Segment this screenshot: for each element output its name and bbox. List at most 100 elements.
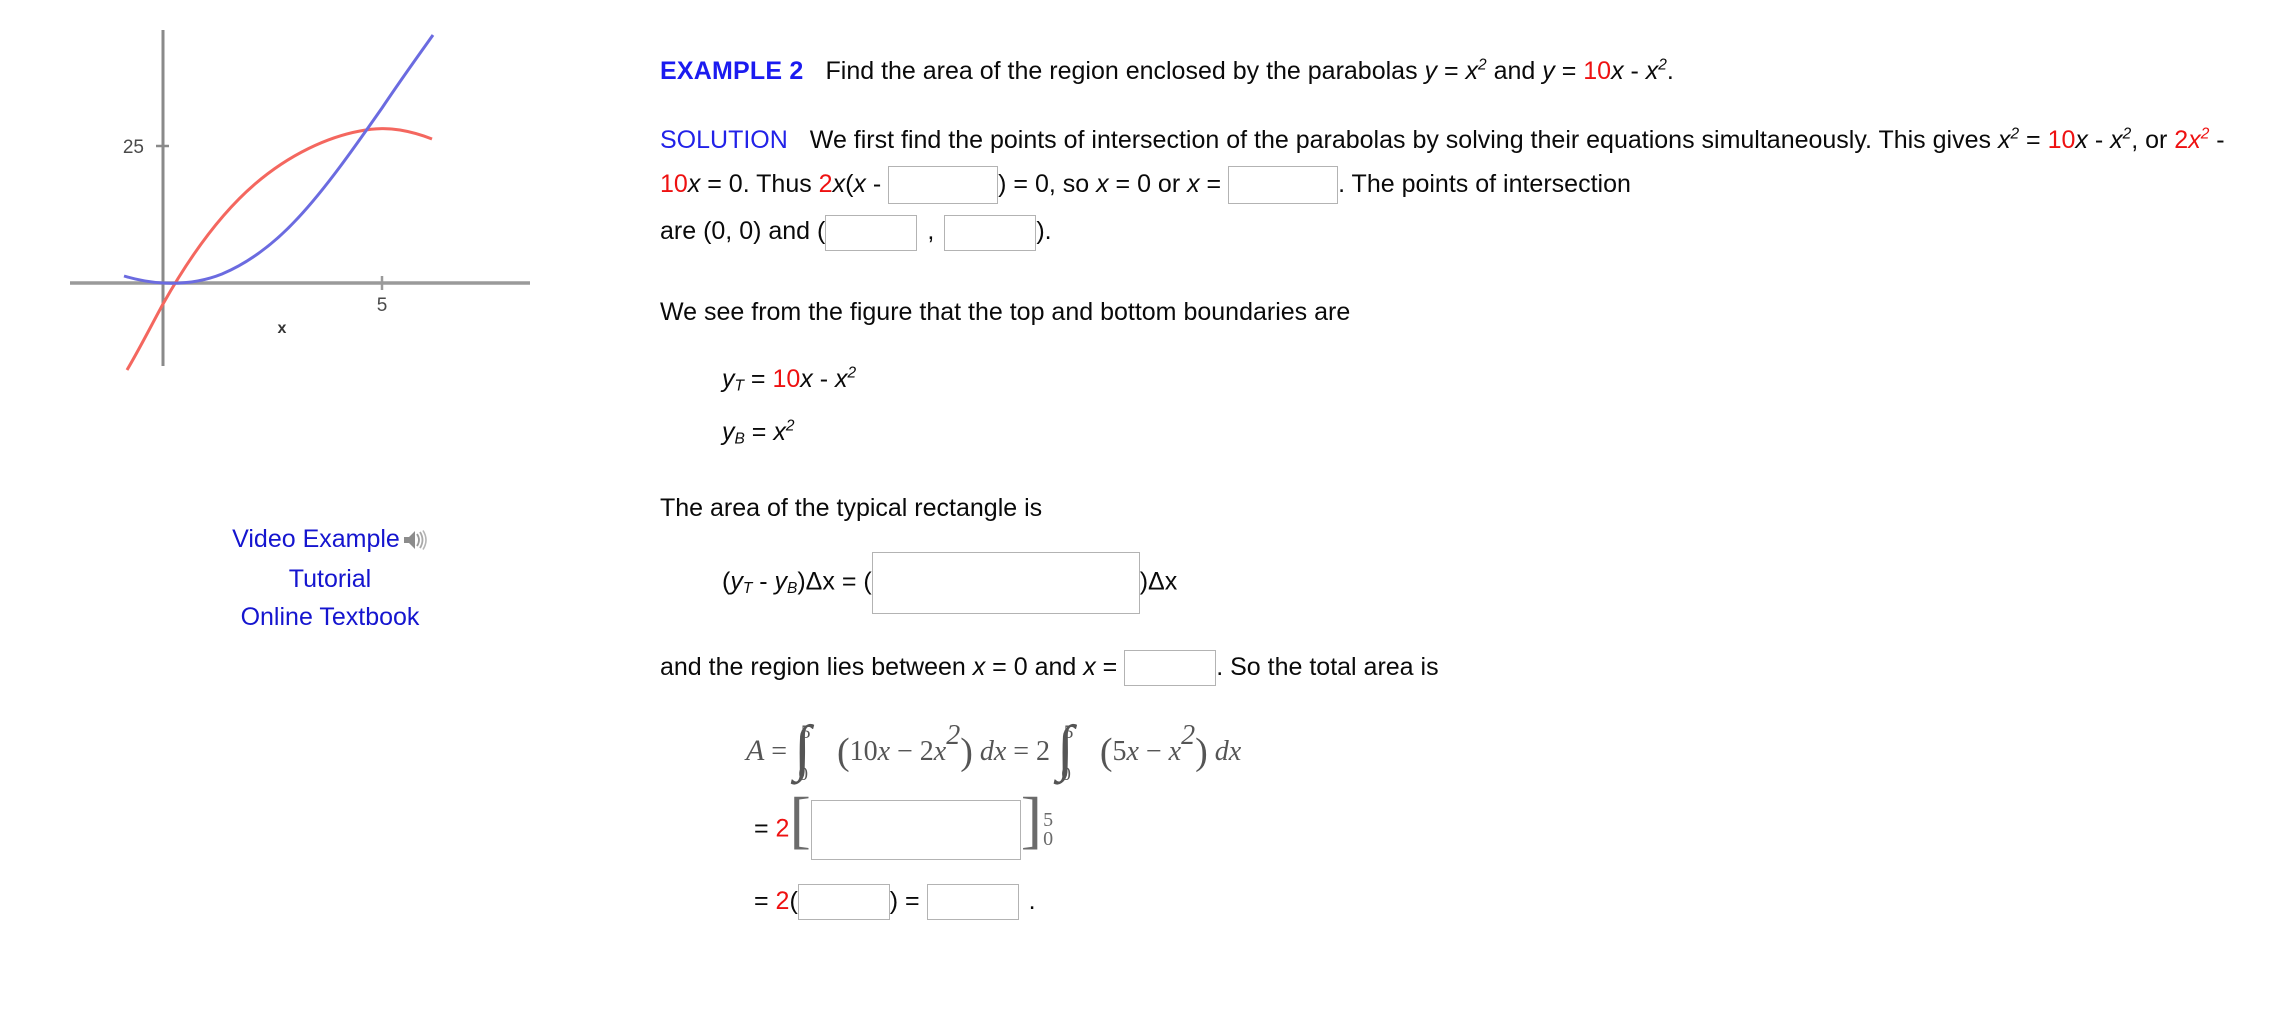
answer-input-total-area[interactable]: [926, 884, 1019, 921]
integrand-x-2: x: [1126, 735, 1139, 767]
between-eq: =: [1095, 653, 1125, 681]
minus-b: -: [2209, 125, 2225, 154]
answer-input-x-value[interactable]: [1228, 165, 1339, 204]
graph-figure: 25 5 x: [70, 18, 570, 488]
statement-y2: y: [1542, 57, 1555, 85]
integral-formula: A = ∫50 (10x − 2x2) dx = 2 ∫50 (5x − x2)…: [660, 717, 2240, 785]
yT-ten: 10: [772, 364, 801, 393]
answer-input-point-x[interactable]: [825, 214, 918, 251]
integrand-close-1: ): [960, 730, 973, 773]
gives-comma-or: , or: [2131, 125, 2175, 154]
integrand-open-1: (: [836, 730, 850, 773]
rectangle-sentence: The area of the typical rectangle is: [660, 494, 1043, 523]
yB-pow: 2: [785, 416, 795, 434]
integrand-x-1: x: [877, 735, 891, 767]
ten-b: 10: [660, 169, 688, 198]
solution-text-1: We first find the points of intersection…: [809, 125, 1998, 154]
example-label: EXAMPLE 2: [660, 57, 804, 85]
are-text: are (0, 0) and (: [660, 217, 826, 246]
integral-upper-1: 5: [801, 721, 811, 743]
bracket-eq: =: [754, 814, 776, 843]
resource-links: Video Example Tutorial Online Textbook: [0, 525, 660, 641]
yT-y: y: [722, 364, 735, 393]
statement-end: .: [1666, 57, 1674, 85]
answer-input-point-y[interactable]: [944, 214, 1037, 251]
x-b: x: [687, 169, 701, 198]
bracket-lower: 0: [1043, 827, 1054, 850]
solution-paragraph: SOLUTION We first find the points of inte…: [660, 119, 2240, 207]
figure-column: 25 5 x Video Example Tutorial Online Tex…: [0, 0, 660, 1032]
speaker-icon[interactable]: [402, 529, 428, 556]
yT-pow: 2: [847, 364, 857, 382]
statement-minus: -: [1623, 57, 1646, 85]
statement-pow2: 2: [1658, 56, 1667, 74]
problem-body: EXAMPLE 2 Find the area of the region enc…: [660, 52, 2240, 924]
bracket-close: ]: [1020, 784, 1043, 856]
integrand-minus-2: −: [1145, 735, 1162, 767]
x-axis-label: x: [278, 320, 287, 337]
integrand-open-2: (: [1099, 730, 1113, 773]
x-c: x: [832, 169, 846, 198]
solution-label: SOLUTION: [660, 125, 788, 154]
integral-dx-1: dx: [979, 735, 1007, 767]
integrand-minus-1: −: [897, 735, 913, 767]
statement-pow1: 2: [1478, 56, 1487, 74]
dash-sp: -: [865, 169, 889, 198]
integrand-x-sq-2: x: [1168, 735, 1182, 767]
answer-input-upper-limit[interactable]: [1124, 650, 1217, 687]
integrand-x-sq-1: x: [933, 735, 947, 767]
statement-x1: x: [1465, 57, 1479, 85]
rect-close-dx: )Δx = (: [797, 567, 872, 596]
answer-input-evaluation[interactable]: [797, 884, 890, 921]
between-tail: . So the total area is: [1216, 653, 1439, 681]
tutorial-link[interactable]: Tutorial: [289, 565, 371, 593]
x-e: x: [1096, 169, 1109, 198]
yT-sub: T: [734, 377, 744, 395]
yT-minus: -: [812, 364, 835, 393]
answer-input-factor[interactable]: [888, 165, 999, 204]
integrand-two: 2: [919, 735, 934, 767]
statement-y1: y: [1424, 57, 1438, 85]
online-textbook-link[interactable]: Online Textbook: [241, 603, 420, 631]
yB-eq: =: [744, 417, 774, 446]
after-box1: ) = 0, so: [998, 169, 1097, 198]
between-eq0: = 0 and: [985, 653, 1084, 681]
rect-yT-y: y: [730, 567, 743, 596]
gives-x3: x: [2110, 125, 2123, 154]
rect-yT-sub: T: [742, 580, 753, 598]
bracket-limits: 50: [1043, 810, 1054, 850]
equation-final-area: = 2() = .: [660, 882, 2240, 921]
integral-A: A: [746, 733, 765, 767]
yB-sub: B: [734, 429, 745, 447]
integrand-close-2: ): [1195, 730, 1208, 773]
gives-x: x: [1997, 125, 2011, 154]
coef-two-a: 2: [2174, 125, 2189, 154]
answer-input-rect-expression[interactable]: [871, 552, 1140, 614]
rect-minus: -: [752, 567, 775, 596]
x-d: x: [853, 169, 866, 198]
integral-lower-2: 0: [1061, 763, 1071, 785]
integral-equals-2: =: [1013, 735, 1029, 767]
integrand-ten: 10: [849, 735, 878, 767]
two-b: 2: [818, 169, 833, 198]
integral-equals-1: =: [771, 735, 788, 767]
integrand-pow-1: 2: [946, 719, 961, 751]
integral-coef-2: 2: [1035, 735, 1050, 767]
integrand-five: 5: [1112, 735, 1127, 767]
intersection-points-line: are (0, 0) and (,).: [660, 212, 2240, 251]
eq-zero-thus: = 0. Thus: [700, 169, 819, 198]
eq-0-or: = 0 or: [1108, 169, 1188, 198]
link-row-textbook: Online Textbook: [0, 603, 660, 632]
integral-upper-2: 5: [1063, 721, 1074, 743]
eq-sp: =: [1199, 169, 1229, 198]
video-example-link[interactable]: Video Example: [232, 525, 400, 553]
gives-x2: x: [2075, 125, 2088, 154]
answer-input-antiderivative[interactable]: [810, 799, 1021, 860]
gives-minus: -: [2087, 125, 2111, 154]
final-coef-2: 2: [775, 886, 790, 915]
link-row-video: Video Example: [0, 525, 660, 556]
close-paren: ).: [1036, 217, 1052, 246]
yB-y: y: [722, 417, 735, 446]
statement-text-a: Find the area of the region enclosed by …: [825, 57, 1425, 85]
integral-dx-2: dx: [1214, 735, 1242, 767]
